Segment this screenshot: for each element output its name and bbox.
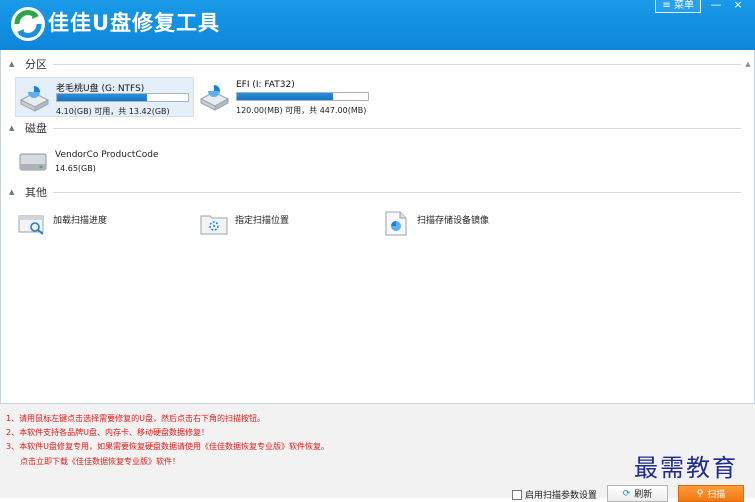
app-title: 佳佳U盘修复工具 — [48, 11, 221, 35]
section-partition-title: 分区 — [25, 58, 47, 71]
section-divider — [53, 191, 741, 193]
main-panel: ▲ 分区 老毛桃U盘 (G: NTFS) 4.10(GB) 可用，共 13.42… — [0, 50, 755, 404]
partition-usage-text: 4.10(GB) 可用，共 13.42(GB) — [56, 107, 170, 116]
app-logo-icon — [11, 7, 45, 41]
checkbox-box[interactable] — [512, 489, 522, 500]
usb-drive-icon — [199, 85, 230, 111]
partition-usage-fill — [57, 94, 148, 101]
minimize-button[interactable]: — — [705, 0, 727, 12]
partition-usage-bar — [236, 92, 369, 101]
bottom-panel: 1、请用鼠标左键点击选择需要修复的U盘，然后点击右下角的扫描按钮。 2、本软件支… — [0, 404, 755, 502]
refresh-button[interactable]: ⟳ 刷新 — [607, 485, 668, 502]
section-disk-header[interactable]: ▲ 磁盘 — [1, 121, 741, 135]
load-scan-icon — [18, 215, 44, 235]
window-controls: ≡ 菜单 — × — [655, 0, 749, 13]
section-divider — [53, 63, 741, 65]
watermark-text: 最需教育 — [634, 454, 738, 482]
tip-line: 3、本软件U盘修复专用，如果需要恢复硬盘数据请使用《佳佳数据恢复专业版》软件恢复… — [6, 442, 329, 451]
collapse-arrow-icon[interactable]: ▲ — [9, 124, 17, 132]
collapse-arrow-icon[interactable]: ▲ — [9, 60, 17, 68]
refresh-icon: ⟳ — [622, 488, 631, 499]
disk-size: 14.65(GB) — [55, 164, 96, 173]
advanced-settings-checkbox[interactable]: 启用扫描参数设置 — [512, 488, 597, 501]
tool-load-scan-progress[interactable]: 加载扫描进度 — [17, 210, 107, 240]
partition-usage-bar — [56, 93, 189, 102]
hard-disk-icon — [19, 153, 47, 171]
close-button[interactable]: × — [727, 0, 749, 12]
scan-location-icon — [200, 215, 228, 235]
scroll-up-icon[interactable]: ▲ — [742, 58, 754, 70]
search-icon: ⚲ — [696, 488, 704, 499]
scan-label: 扫描 — [707, 490, 726, 500]
section-disk-title: 磁盘 — [25, 122, 47, 135]
tool-label: 加载扫描进度 — [53, 216, 108, 226]
section-other-title: 其他 — [25, 186, 47, 199]
advanced-settings-label: 启用扫描参数设置 — [525, 491, 598, 501]
usb-drive-icon — [19, 86, 50, 112]
menu-icon: ≡ — [662, 0, 671, 11]
section-divider — [53, 127, 741, 129]
tip-line: 2、本软件支持各品牌U盘、内存卡、移动硬盘数据修复！ — [6, 428, 209, 437]
menu-button[interactable]: ≡ 菜单 — [655, 0, 701, 13]
tool-label: 指定扫描位置 — [235, 216, 290, 226]
disk-item[interactable]: VendorCo ProductCode 14.65(GB) — [17, 148, 177, 184]
disk-name: VendorCo ProductCode — [55, 150, 159, 160]
title-bar: 佳佳U盘修复工具 ≡ 菜单 — × — [0, 0, 755, 50]
refresh-label: 刷新 — [634, 490, 653, 500]
partition-item-i[interactable]: EFI (I: FAT32) 120.00(MB) 可用，共 447.00(MB… — [196, 77, 376, 117]
download-link[interactable]: 点击立即下载《佳佳数据恢复专业版》软件！ — [20, 456, 180, 467]
scan-button[interactable]: ⚲ 扫描 — [678, 485, 744, 502]
partition-usage-fill — [237, 93, 333, 100]
tool-label: 扫描存储设备镜像 — [417, 216, 490, 226]
section-partition-header[interactable]: ▲ 分区 — [1, 57, 741, 71]
tip-line: 1、请用鼠标左键点击选择需要修复的U盘，然后点击右下角的扫描按钮。 — [6, 414, 265, 423]
partition-usage-text: 120.00(MB) 可用，共 447.00(MB) — [236, 106, 367, 115]
menu-label: 菜单 — [674, 0, 694, 11]
scrollbar[interactable]: ▲ — [742, 58, 754, 400]
image-file-icon — [385, 211, 407, 236]
partition-item-g[interactable]: 老毛桃U盘 (G: NTFS) 4.10(GB) 可用，共 13.42(GB) — [15, 77, 194, 117]
section-other-header[interactable]: ▲ 其他 — [1, 185, 741, 199]
collapse-arrow-icon[interactable]: ▲ — [9, 188, 17, 196]
tool-scan-device-image[interactable]: 扫描存储设备镜像 — [381, 210, 489, 240]
tool-specify-scan-location[interactable]: 指定扫描位置 — [199, 210, 289, 240]
partition-name: EFI (I: FAT32) — [236, 80, 295, 90]
